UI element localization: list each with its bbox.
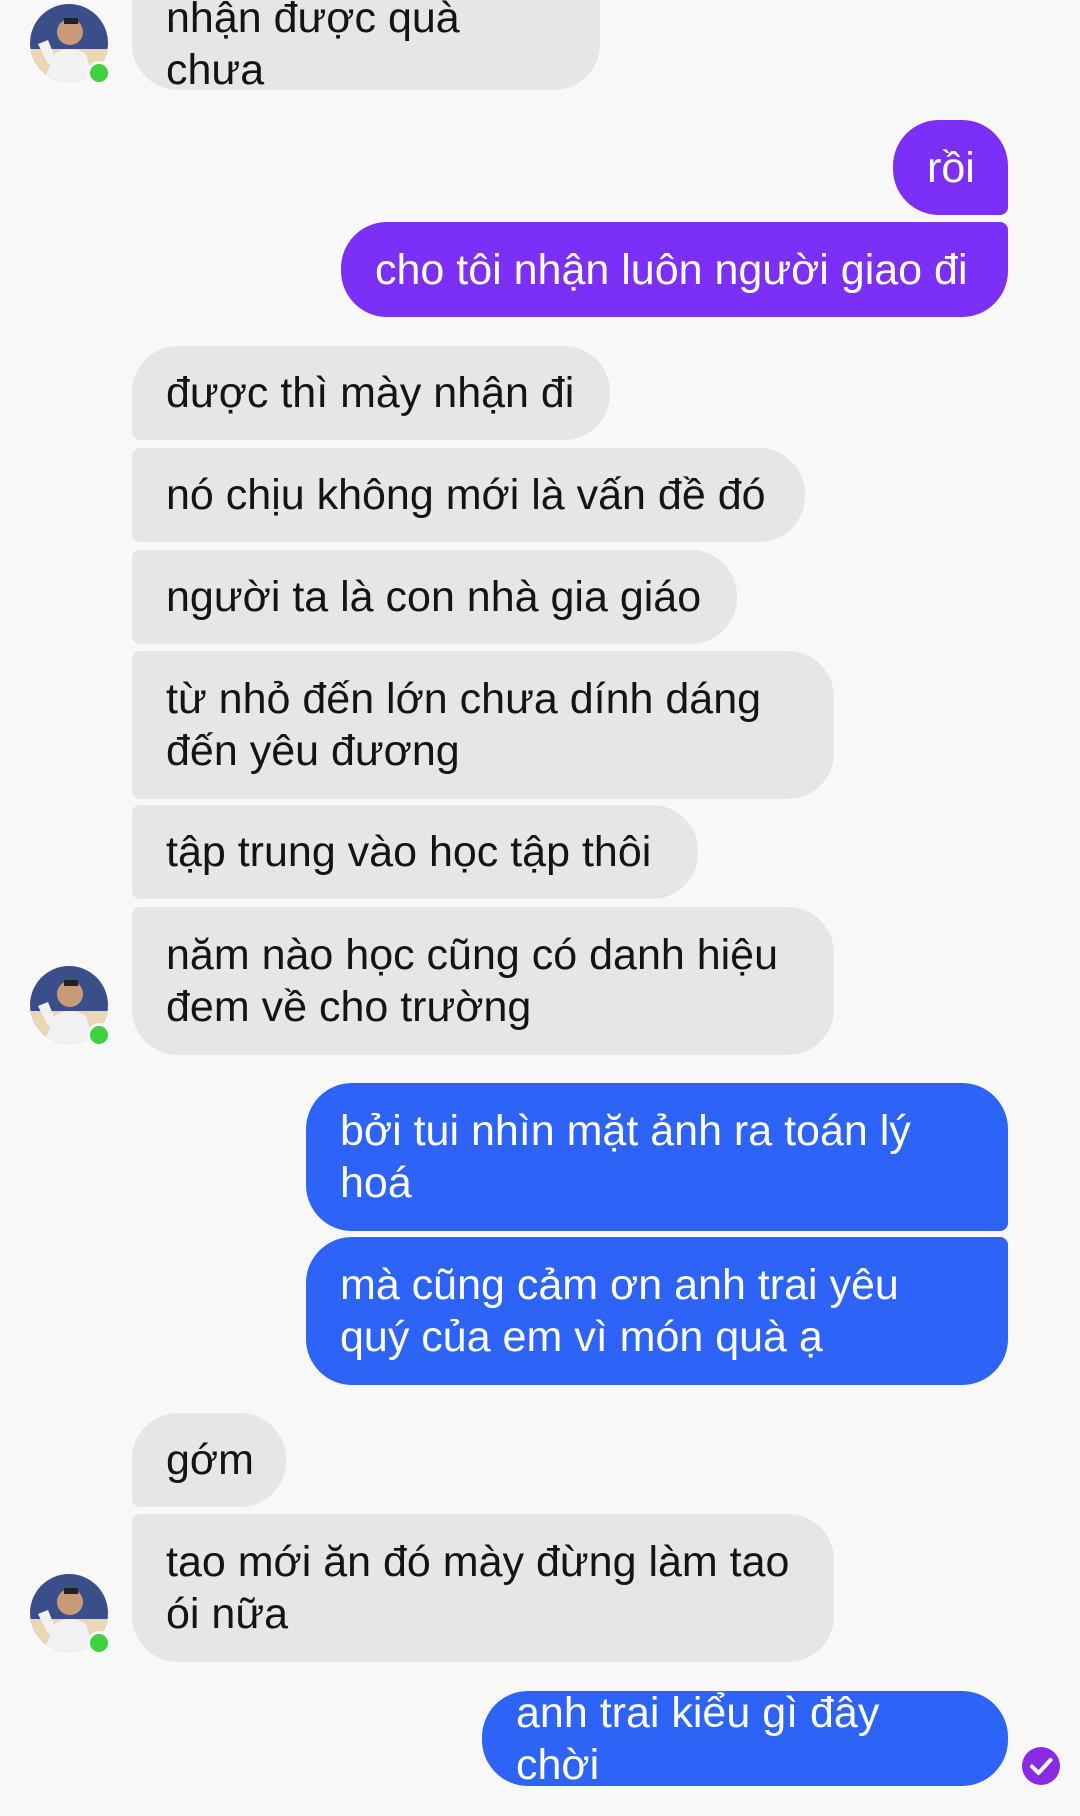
message-bubble-outgoing[interactable]: anh trai kiểu gì đây chời <box>482 1689 1008 1789</box>
contact-avatar[interactable] <box>30 966 111 1047</box>
contact-avatar[interactable] <box>30 4 111 85</box>
message-bubble-outgoing[interactable]: cho tôi nhận luôn người giao đi <box>341 222 1008 317</box>
message-bubble-incoming[interactable]: năm nào học cũng có danh hiệu đem về cho… <box>132 907 834 1055</box>
message-bubble-incoming[interactable]: tao mới ăn đó mày đừng làm tao ói nữa <box>132 1514 834 1662</box>
message-bubble-outgoing[interactable]: mà cũng cảm ơn anh trai yêu quý của em v… <box>306 1237 1008 1385</box>
message-bubble-incoming[interactable]: được thì mày nhận đi <box>132 346 610 440</box>
online-indicator <box>87 1631 111 1655</box>
message-bubble-incoming[interactable]: tập trung vào học tập thôi <box>132 805 698 899</box>
online-indicator <box>87 61 111 85</box>
online-indicator <box>87 1023 111 1047</box>
message-bubble-incoming[interactable]: người ta là con nhà gia giáo <box>132 550 737 644</box>
check-circle-icon <box>1022 1747 1060 1785</box>
message-bubble-outgoing[interactable]: rồi <box>893 120 1008 215</box>
chat-thread: nhận được quà chưa rồi cho tôi nhận luôn… <box>0 0 1080 1816</box>
message-bubble-incoming[interactable]: nó chịu không mới là vấn đề đó <box>132 448 805 542</box>
message-bubble-outgoing[interactable]: bởi tui nhìn mặt ảnh ra toán lý hoá <box>306 1083 1008 1231</box>
message-bubble-incoming[interactable]: gớm <box>132 1413 286 1507</box>
contact-avatar[interactable] <box>30 1574 111 1655</box>
message-bubble-incoming[interactable]: từ nhỏ đến lớn chưa dính dáng đến yêu đư… <box>132 651 834 799</box>
message-bubble-incoming[interactable]: nhận được quà chưa <box>132 0 600 94</box>
